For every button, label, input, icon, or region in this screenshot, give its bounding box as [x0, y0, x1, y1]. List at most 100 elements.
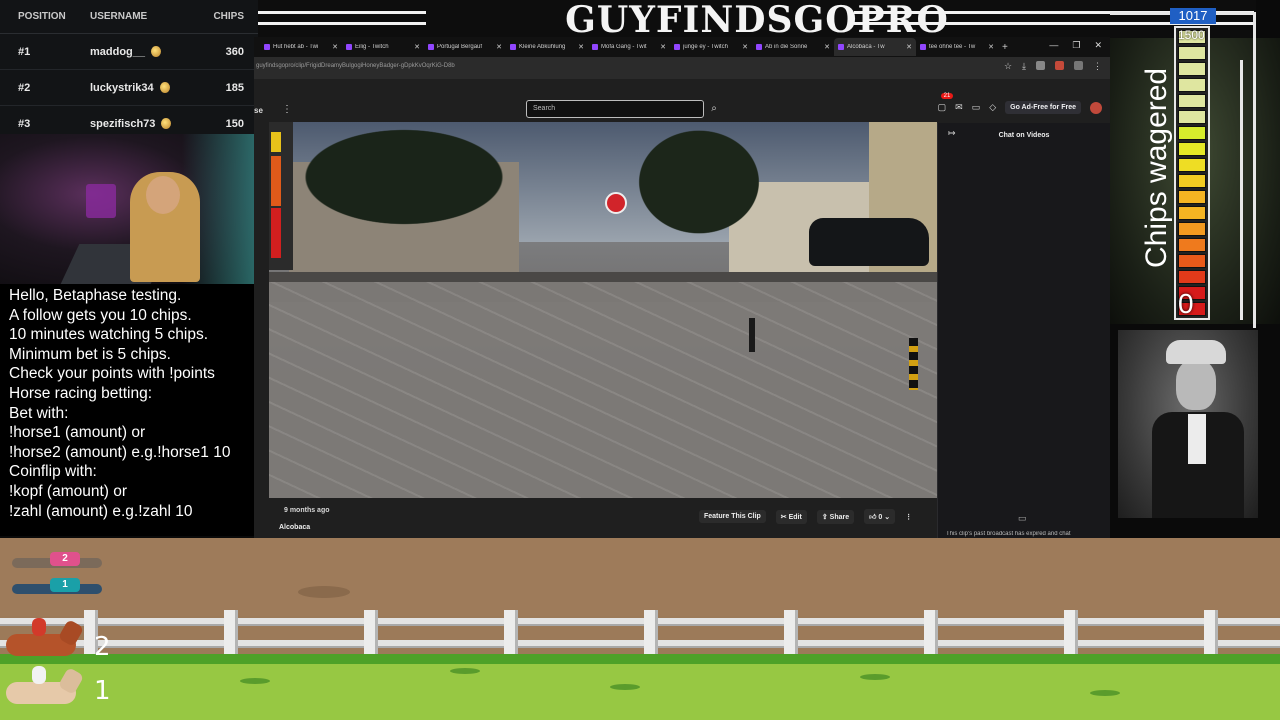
row-chips: 150 [225, 117, 244, 130]
search-icon[interactable]: ⌕ [706, 100, 722, 118]
row-username: maddog__ [70, 46, 198, 58]
feature-clip-button[interactable]: Feature This Clip [699, 510, 766, 523]
like-button[interactable]: 👍︎ 0 ⌄ [864, 509, 896, 524]
streamer-head [146, 176, 180, 214]
share-button[interactable]: ⇪ Share [816, 509, 855, 524]
browser-tab[interactable]: Hut hebt ab - Twi ✕ [260, 38, 342, 56]
extension-icon[interactable] [1055, 61, 1064, 70]
header-username: USERNAME [90, 11, 148, 22]
search-input[interactable]: Search [526, 100, 704, 118]
overlay-bar [271, 156, 281, 206]
clip-title[interactable]: Alcobaca [279, 524, 310, 531]
chat-empty-icon: ▭ [1018, 513, 1027, 523]
tab-label: Hut hebt ab - Twi [273, 44, 319, 50]
browser-tab-active[interactable]: Alcobaca - Tw ✕ [834, 38, 916, 56]
fence-post [644, 610, 658, 658]
info-line: !zahl (amount) e.g.!zahl 10 [9, 502, 193, 520]
browser-tab[interactable]: Kleine Abkühlung ✕ [506, 38, 588, 56]
close-window-icon[interactable]: ✕ [1094, 40, 1102, 51]
notifications-button[interactable]: ▢ 21 [937, 93, 954, 113]
grass-tuft [860, 674, 890, 680]
browser-tab[interactable]: junge ey - Twitch ✕ [670, 38, 752, 56]
greyhound-number: 1 [50, 578, 80, 592]
close-tab-icon[interactable]: ✕ [578, 43, 588, 51]
meter-segment [1178, 174, 1206, 188]
tab-strip: Hut hebt ab - Twi ✕ Eilig - Twitch ✕ Portu… [254, 37, 1110, 57]
leaderboard-row: #2 luckystrik34 185 [0, 70, 258, 106]
racehorse-lane-2 [0, 616, 88, 668]
browser-tab[interactable]: Eilig - Twitch ✕ [342, 38, 424, 56]
bookmark-star-icon[interactable]: ☆ [1004, 61, 1012, 72]
vintage-photo [1118, 330, 1258, 518]
minimize-icon[interactable]: — [1049, 40, 1058, 51]
browser-tab[interactable]: Ab in die Sonne ✕ [752, 38, 834, 56]
horse-race-track: 2 1 2 1 [0, 538, 1280, 720]
meter-current-value: 1017 [1170, 8, 1216, 24]
browser-tab[interactable]: tee ohne tee - Tw ✕ [916, 38, 998, 56]
grass-tuft [450, 668, 480, 674]
browser-tab[interactable]: Mofa Gang - Twit ✕ [588, 38, 670, 56]
close-tab-icon[interactable]: ✕ [906, 43, 916, 51]
header-chips: CHIPS [213, 11, 244, 22]
row-username: luckystrik34 [70, 82, 198, 94]
fence-post [224, 610, 238, 658]
meter-segment [1178, 78, 1206, 92]
cam-monitor [86, 184, 116, 218]
new-tab-button[interactable]: + [998, 42, 1008, 53]
grass-field [0, 654, 1280, 720]
browser-menu-icon[interactable]: ⋮ [1093, 61, 1102, 72]
video-cobblestone-plaza [269, 282, 937, 498]
close-tab-icon[interactable]: ✕ [414, 43, 424, 51]
close-tab-icon[interactable]: ✕ [824, 43, 834, 51]
row-username-text: spezifisch73 [90, 117, 156, 130]
close-tab-icon[interactable]: ✕ [988, 43, 998, 51]
avatar[interactable] [1090, 101, 1102, 114]
prime-loot-icon[interactable]: ◇ [989, 102, 996, 113]
address-bar[interactable]: guyfindsgopro/clip/FrigidDreamyBulgogiHo… [254, 57, 1110, 79]
title-banner: GUYFINDSGOPRO [258, 0, 1256, 41]
meter-segment [1178, 94, 1206, 108]
go-ad-free-button[interactable]: Go Ad-Free for Free [1005, 101, 1081, 114]
info-line: 10 minutes watching 5 chips. [9, 326, 209, 344]
close-tab-icon[interactable]: ✕ [332, 43, 342, 51]
video-trees [629, 122, 769, 242]
edit-label: Edit [788, 513, 802, 521]
jockey [32, 666, 46, 684]
photo-figure-face [1176, 360, 1216, 410]
restore-icon[interactable]: ❐ [1072, 40, 1080, 51]
meter-segment [1178, 222, 1206, 236]
horse-lane-number: 1 [94, 676, 111, 706]
notifications-icon: ▢ [937, 102, 947, 112]
fence-rail [0, 618, 1280, 626]
leaderboard-row: #1 maddog__ 360 [0, 34, 258, 70]
close-tab-icon[interactable]: ✕ [660, 43, 670, 51]
clip-video-player[interactable] [269, 122, 937, 498]
browser-tab[interactable]: Portugal Bergauf ✕ [424, 38, 506, 56]
meter-segment [1178, 190, 1206, 204]
url-text[interactable]: guyfindsgopro/clip/FrigidDreamyBulgogiHo… [256, 63, 455, 69]
chevron-down-icon[interactable]: ⌄ [884, 514, 890, 521]
whispers-icon[interactable]: ▭ [972, 102, 981, 113]
inbox-icon[interactable]: ✉ [955, 102, 963, 113]
chips-wagered-meter [1174, 26, 1210, 320]
more-options-icon[interactable]: ⋮ [905, 513, 912, 521]
fence-post [924, 610, 938, 658]
more-options-icon[interactable]: ⋮ [282, 104, 292, 115]
greyhound-number: 2 [50, 552, 80, 566]
twitch-favicon-icon [264, 44, 270, 50]
close-tab-icon[interactable]: ✕ [496, 43, 506, 51]
twitch-favicon-icon [428, 44, 434, 50]
row-username-text: maddog__ [90, 45, 146, 58]
bollard [749, 318, 755, 352]
close-tab-icon[interactable]: ✕ [742, 43, 752, 51]
download-icon[interactable]: ⤓ [1022, 61, 1026, 72]
extension-icon[interactable] [1074, 61, 1083, 70]
tab-label: Portugal Bergauf [437, 44, 483, 50]
toolbar-icons: ☆ ⤓ ⋮ [1004, 61, 1102, 72]
info-line: Minimum bet is 5 chips. [9, 345, 171, 363]
nav-truncated-label[interactable]: se [254, 106, 263, 115]
extension-icon[interactable] [1036, 61, 1045, 70]
clip-actions: Feature This Clip ✂ Edit ⇪ Share 👍︎ 0 ⌄ … [699, 509, 912, 524]
meter-max-label: 1500 [1178, 28, 1205, 42]
edit-button[interactable]: ✂ Edit [775, 509, 807, 524]
